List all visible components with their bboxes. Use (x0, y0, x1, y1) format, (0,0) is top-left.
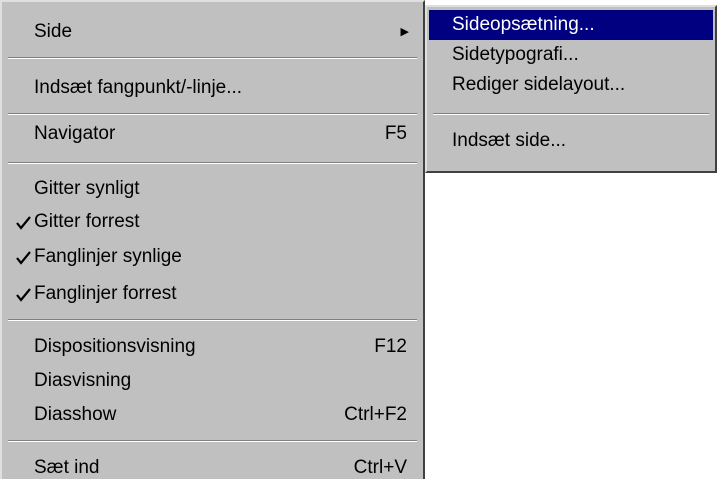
menu-item-label: Diasshow (34, 404, 117, 425)
menu-item-shortcut: F5 (384, 123, 407, 144)
menu-item-outline-view[interactable]: Dispositionsvisning F12 (4, 332, 421, 362)
checkmark-icon (16, 216, 31, 230)
menu-item-insert-snap[interactable]: Indsæt fangpunkt/-linje... (4, 73, 421, 103)
menu-item-snaplines-front[interactable]: Fanglinjer forrest (4, 279, 421, 309)
submenu: Sideopsætning... Sidetypografi... Redige… (425, 5, 717, 173)
menu-item-grid-visible[interactable]: Gitter synligt (4, 174, 421, 204)
menu-item-slide-view[interactable]: Diasvisning (4, 366, 421, 396)
submenu-item-page-style[interactable]: Sidetypografi... (429, 40, 713, 70)
checkmark-icon (16, 251, 31, 265)
menu-item-label: Navigator (34, 123, 116, 144)
menu-item-label: Indsæt fangpunkt/-linje... (34, 77, 243, 98)
menu-separator (8, 440, 417, 442)
menu-item-side[interactable]: Side ▶ (4, 17, 421, 47)
menu-item-label: Diasvisning (34, 370, 132, 391)
menu-item-label: Sideopsætning... (452, 14, 595, 35)
menu-separator (8, 319, 417, 321)
menu-item-label: Fanglinjer synlige (34, 246, 182, 267)
submenu-item-page-setup[interactable]: Sideopsætning... (429, 10, 713, 40)
menu-item-shortcut: Ctrl+F2 (344, 404, 407, 425)
menu-item-label: Fanglinjer forrest (34, 283, 177, 304)
context-menu: Side ▶ Indsæt fangpunkt/-linje... Naviga… (0, 0, 425, 479)
menu-item-snaplines-visible[interactable]: Fanglinjer synlige (4, 242, 421, 272)
menu-item-label: Indsæt side... (452, 130, 567, 151)
menu-item-shortcut: F12 (374, 336, 407, 357)
checkmark-icon (16, 288, 31, 302)
menu-separator (433, 113, 709, 115)
menu-item-label: Side (34, 21, 73, 42)
menu-item-navigator[interactable]: Navigator F5 (4, 119, 421, 149)
menu-item-slideshow[interactable]: Diasshow Ctrl+F2 (4, 400, 421, 430)
submenu-arrow-icon: ▶ (400, 26, 409, 38)
menu-item-label: Dispositionsvisning (34, 336, 196, 357)
menu-item-label: Gitter forrest (34, 211, 140, 232)
submenu-item-insert-page[interactable]: Indsæt side... (429, 126, 713, 156)
menu-item-label: Sidetypografi... (452, 44, 579, 65)
menu-item-label: Gitter synligt (34, 178, 140, 199)
submenu-item-edit-layout[interactable]: Rediger sidelayout... (429, 70, 713, 100)
menu-separator (8, 162, 417, 164)
menu-separator (8, 113, 417, 115)
menu-separator (8, 57, 417, 59)
menu-item-grid-front[interactable]: Gitter forrest (4, 207, 421, 237)
menu-item-label: Rediger sidelayout... (452, 74, 626, 95)
